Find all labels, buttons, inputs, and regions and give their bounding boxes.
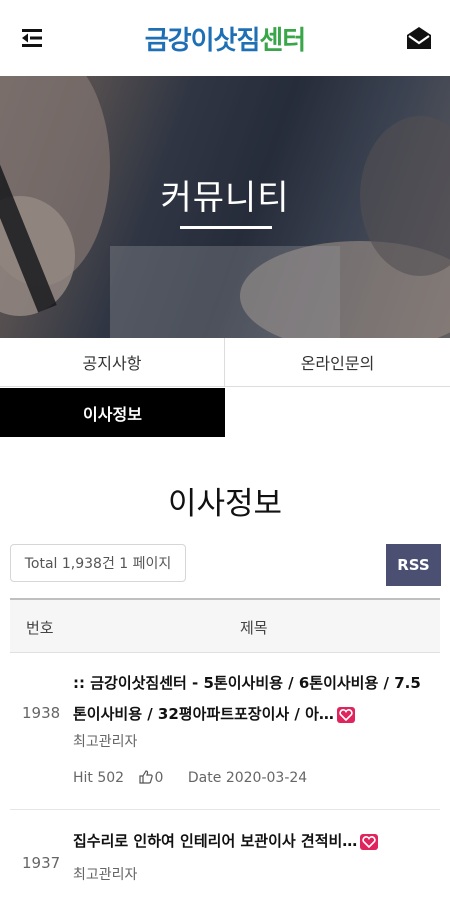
post-title: 집수리로 인하여 인테리어 보관이사 견적비…	[73, 832, 358, 850]
row-number: 1937	[22, 854, 61, 872]
mail-icon[interactable]	[405, 25, 433, 51]
table-header: 번호 제목	[10, 598, 440, 653]
tab-online-inquiry[interactable]: 온라인문의	[225, 338, 450, 387]
header-num: 번호	[26, 619, 54, 637]
thumbs-up-icon	[138, 770, 153, 784]
site-logo[interactable]: 금강이삿짐센터	[0, 20, 450, 57]
hero-title: 커뮤니티	[160, 178, 290, 218]
row-divider	[10, 809, 440, 810]
table-row: 1938 :: 금강이삿짐센터 - 5톤이사비용 / 6톤이사비용 / 7.5톤…	[10, 664, 440, 809]
rss-button[interactable]: RSS	[386, 544, 441, 586]
hero-banner: 커뮤니티	[0, 76, 450, 338]
post-title-link[interactable]: 집수리로 인하여 인테리어 보관이사 견적비…	[73, 826, 428, 857]
top-header: 금강이삿짐센터	[0, 0, 450, 76]
page-title: 이사정보	[167, 486, 283, 522]
post-author: 최고관리자	[73, 734, 138, 750]
post-date: Date 2020-03-24	[187, 770, 308, 786]
post-title-link[interactable]: :: 금강이삿짐센터 - 5톤이사비용 / 6톤이사비용 / 7.5톤이사비용 …	[73, 668, 428, 730]
like-count: 0	[154, 770, 164, 786]
total-count-badge: Total 1,938건 1 페이지	[10, 544, 186, 582]
board-tabs: 공지사항 온라인문의 이사정보	[0, 338, 450, 438]
hit-count: Hit 502	[73, 770, 125, 786]
tab-moving-info[interactable]: 이사정보	[0, 388, 225, 437]
hero-underline	[180, 226, 272, 229]
like-count-wrap: 0	[138, 770, 174, 786]
heart-icon	[360, 833, 379, 850]
header-title: 제목	[240, 619, 268, 637]
post-meta: Hit 502 0 Date 2020-03-24	[73, 770, 317, 786]
row-number: 1938	[22, 704, 61, 722]
heart-icon	[336, 706, 355, 723]
logo-text-part1: 금강이삿짐	[144, 26, 261, 56]
table-row: 1937 집수리로 인하여 인테리어 보관이사 견적비… 최고관리자	[10, 822, 440, 900]
post-title: :: 금강이삿짐센터 - 5톤이사비용 / 6톤이사비용 / 7.5톤이사비용 …	[73, 674, 421, 723]
logo-text-part2: 센터	[259, 26, 306, 56]
post-author: 최고관리자	[73, 867, 138, 883]
tab-notice[interactable]: 공지사항	[0, 338, 225, 387]
